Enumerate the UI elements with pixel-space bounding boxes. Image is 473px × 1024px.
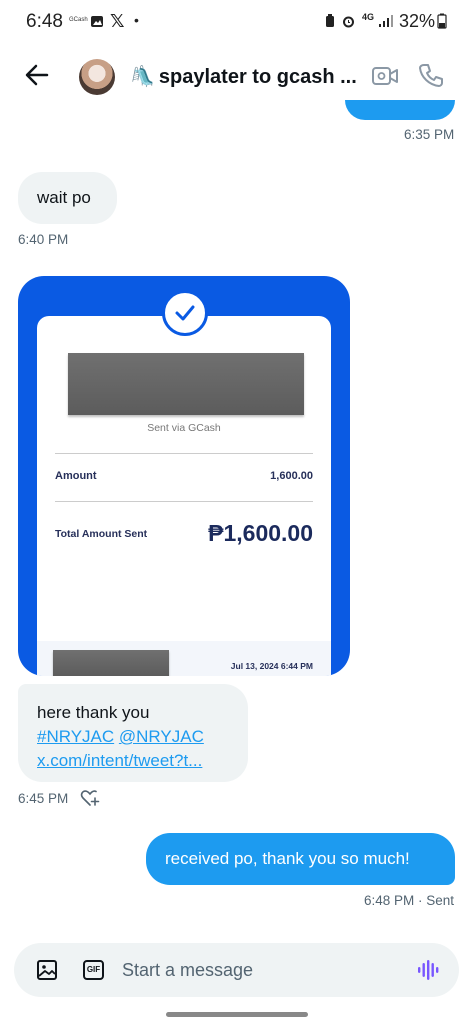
receipt-footer: Jul 13, 2024 6:44 PM [37, 641, 331, 676]
redacted-area [53, 650, 169, 676]
incoming-message-bubble[interactable]: wait po [18, 172, 117, 224]
status-bar: 6:48 GCash 𝕏 • 4G 32% [0, 0, 473, 44]
message-timestamp: 6:48 PM · Sent [364, 893, 455, 908]
voice-message-icon[interactable] [417, 959, 441, 981]
divider [55, 501, 313, 502]
title-text: spaylater to gcash ... [158, 66, 357, 88]
url-link[interactable]: x.com/intent/tweet?t... [37, 749, 248, 773]
phone-call-icon[interactable] [418, 62, 444, 88]
receipt-date: Jul 13, 2024 6:44 PM [230, 661, 313, 671]
divider [55, 453, 313, 454]
gcash-receipt-image[interactable]: Sent via GCash Amount 1,600.00 Total Amo… [18, 276, 350, 676]
total-amount-value: ₱1,600.00 [208, 520, 313, 546]
total-amount-label: Total Amount Sent [55, 528, 148, 540]
status-time: 6:48 [26, 11, 63, 32]
message-composer: GIF [14, 943, 459, 997]
amount-value: 1,600.00 [270, 470, 313, 482]
hashtag-link[interactable]: #NRYJAC [37, 727, 114, 746]
check-icon [175, 305, 195, 321]
message-timestamp: 6:40 PM [18, 232, 69, 247]
alarm-icon [343, 16, 354, 28]
signal-icon [379, 15, 393, 27]
home-indicator[interactable] [166, 1012, 308, 1017]
video-call-icon[interactable] [371, 64, 399, 88]
message-text: wait po [37, 188, 91, 207]
conversation-title[interactable]: 🛝 spaylater to gcash ... [130, 64, 364, 89]
avatar[interactable] [79, 59, 115, 95]
incoming-message-bubble[interactable]: here thank you #NRYJAC @NRYJAC x.com/int… [18, 684, 248, 782]
message-text: here thank you [37, 703, 150, 722]
outgoing-message-bubble[interactable]: received po, thank you so much! [146, 833, 455, 885]
battery-percent: 32% [399, 11, 436, 31]
receipt-card: Sent via GCash Amount 1,600.00 Total Amo… [37, 316, 331, 676]
back-arrow-icon[interactable] [22, 60, 52, 90]
gcash-notification-icon: GCash [69, 17, 88, 23]
sent-via-label: Sent via GCash [147, 422, 221, 434]
amount-label: Amount [55, 470, 97, 482]
gif-icon[interactable]: GIF [83, 960, 104, 980]
outgoing-message-bubble[interactable] [345, 100, 455, 120]
network-type: 4G [362, 12, 375, 22]
message-input[interactable] [122, 943, 402, 997]
x-logo-icon: 𝕏 [110, 11, 125, 31]
dot-icon: • [134, 12, 139, 28]
title-emoji: 🛝 [130, 66, 155, 88]
message-timestamp: 6:45 PM [18, 791, 69, 806]
gallery-icon [91, 16, 103, 27]
mention-link[interactable]: @NRYJAC [119, 727, 204, 746]
image-icon[interactable] [36, 959, 58, 981]
redacted-area [68, 353, 304, 415]
message-text: received po, thank you so much! [165, 849, 410, 868]
battery-saver-icon [326, 14, 334, 27]
hashtag-line: #NRYJAC @NRYJAC [37, 725, 248, 749]
success-check-badge [162, 290, 208, 336]
message-timestamp: 6:35 PM [404, 127, 455, 142]
battery-icon [437, 13, 447, 29]
add-reaction-icon[interactable] [80, 789, 100, 807]
